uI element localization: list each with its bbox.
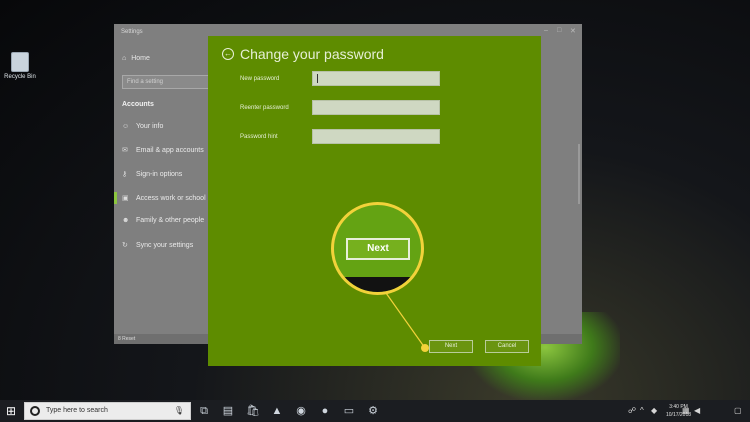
clock-time: 3:40 PM (669, 404, 688, 410)
taskbar-search-box[interactable]: Type here to search 🎙 (24, 402, 191, 420)
taskbar-clock[interactable]: 3:40 PM 10/17/2018 (666, 403, 691, 419)
settings-gear-icon[interactable]: ⚙ (366, 404, 380, 418)
zoom-magnifier: Next (331, 202, 424, 295)
search-placeholder: Type here to search (46, 407, 108, 414)
action-center-icon[interactable]: ▢ (734, 406, 742, 415)
task-view-icon[interactable]: ⧉ (197, 404, 211, 418)
microphone-icon[interactable]: 🎙 (174, 406, 184, 415)
windows-start-icon[interactable]: ⊞ (6, 404, 20, 418)
chrome-icon[interactable]: ◉ (294, 404, 308, 418)
cortana-icon (30, 406, 40, 416)
app-red-icon[interactable]: ● (318, 404, 332, 418)
clock-date: 10/17/2018 (666, 412, 692, 418)
people-tray-icon[interactable]: ☍ (628, 406, 636, 415)
store-icon[interactable]: 🛍 (246, 404, 260, 418)
callout-dot (421, 344, 429, 352)
zoomed-next-button: Next (346, 238, 410, 260)
taskbar: ⊞ Type here to search 🎙 ⧉ ▤ 🛍 ▲ ◉ ● ▭ ⚙ … (0, 400, 750, 422)
chevron-up-icon[interactable]: ^ (640, 406, 644, 415)
monitor-icon[interactable]: ▭ (342, 404, 356, 418)
dropbox-icon[interactable]: ◆ (651, 406, 657, 415)
volume-icon[interactable]: ◀ (694, 406, 700, 415)
file-explorer-icon[interactable]: ▤ (221, 404, 235, 418)
vlc-icon[interactable]: ▲ (270, 404, 284, 418)
